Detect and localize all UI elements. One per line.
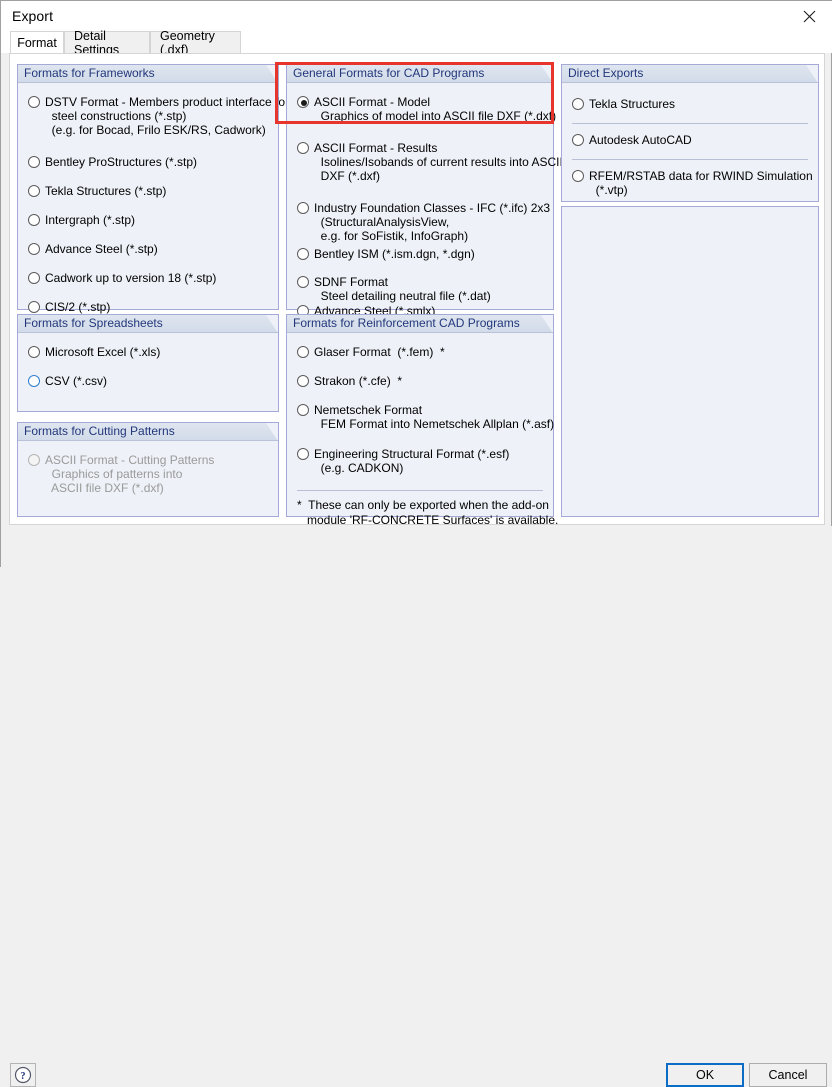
radio-indicator — [572, 98, 584, 110]
group-direct-exports: Direct Exports Tekla Structures Autodesk… — [561, 64, 819, 202]
radio-indicator — [28, 346, 40, 358]
radio-label: Industry Foundation Classes - IFC (*.ifc… — [314, 201, 550, 243]
radio-label: Autodesk AutoCAD — [589, 133, 692, 147]
tab-strip: Format Detail Settings Geometry (.dxf) — [1, 31, 832, 53]
group-title-direct-exports: Direct Exports — [562, 65, 818, 83]
group-formats-for-spreadsheets: Formats for Spreadsheets Microsoft Excel… — [17, 314, 279, 412]
group-body-spreadsheets: Microsoft Excel (*.xls) CSV (*.csv) — [18, 333, 278, 411]
radio-label: Tekla Structures (*.stp) — [45, 184, 166, 198]
close-button[interactable] — [788, 1, 832, 31]
radio-indicator — [28, 96, 40, 108]
group-body-cutting-patterns: ASCII Format - Cutting Patterns Graphics… — [18, 441, 278, 516]
group-general-formats-for-cad: General Formats for CAD Programs ASCII F… — [286, 64, 554, 310]
group-title-frameworks: Formats for Frameworks — [18, 65, 278, 83]
radio-label: Engineering Structural Format (*.esf) (e… — [314, 447, 509, 475]
format-tab-panel: Formats for Frameworks DSTV Format - Mem… — [9, 53, 825, 525]
radio-label: CIS/2 (*.stp) — [45, 300, 110, 314]
radio-indicator — [28, 156, 40, 168]
radio-indicator — [28, 243, 40, 255]
radio-indicator — [297, 142, 309, 154]
group-formats-for-cutting-patterns: Formats for Cutting Patterns ASCII Forma… — [17, 422, 279, 517]
radio-indicator — [28, 301, 40, 313]
group-formats-for-reinforcement-cad: Formats for Reinforcement CAD Programs G… — [286, 314, 554, 517]
radio-indicator — [28, 272, 40, 284]
radio-label: Microsoft Excel (*.xls) — [45, 345, 160, 359]
group-formats-for-frameworks: Formats for Frameworks DSTV Format - Mem… — [17, 64, 279, 310]
radio-indicator — [28, 454, 40, 466]
radio-indicator — [28, 185, 40, 197]
cancel-button[interactable]: Cancel — [749, 1063, 827, 1087]
radio-label: Bentley ProStructures (*.stp) — [45, 155, 197, 169]
reinforcement-footnote: * These can only be exported when the ad… — [297, 498, 558, 528]
direct-exports-separator-1 — [572, 123, 808, 124]
radio-label: SDNF Format Steel detailing neutral file… — [314, 275, 491, 303]
radio-label: Cadwork up to version 18 (*.stp) — [45, 271, 216, 285]
radio-label: ASCII Format - Model Graphics of model i… — [314, 95, 556, 123]
radio-indicator — [572, 170, 584, 182]
tab-detail-settings[interactable]: Detail Settings — [64, 31, 150, 53]
radio-indicator — [297, 375, 309, 387]
close-icon — [803, 10, 816, 23]
group-body-frameworks: DSTV Format - Members product interface … — [18, 83, 278, 309]
window-title: Export — [12, 8, 53, 24]
radio-label: ASCII Format - Results Isolines/Isobands… — [314, 141, 581, 183]
radio-label: Glaser Format (*.fem) * — [314, 345, 445, 359]
group-right-empty-panel — [561, 206, 819, 517]
radio-indicator — [297, 404, 309, 416]
tab-geometry-dxf[interactable]: Geometry (.dxf) — [150, 31, 241, 53]
dialog-footer: ? OK Cancel — [1, 526, 832, 568]
export-dialog: Export Format Detail Settings Geometry (… — [0, 0, 832, 567]
radio-label: Strakon (*.cfe) * — [314, 374, 402, 388]
radio-label: DSTV Format - Members product interface … — [45, 95, 289, 137]
radio-label: Advance Steel (*.stp) — [45, 242, 158, 256]
group-title-reinforcement: Formats for Reinforcement CAD Programs — [287, 315, 553, 333]
radio-label: Bentley ISM (*.ism.dgn, *.dgn) — [314, 247, 475, 261]
svg-text:?: ? — [21, 1071, 26, 1082]
group-body-direct-exports: Tekla Structures Autodesk AutoCAD RFEM/R… — [562, 83, 818, 201]
radio-label: CSV (*.csv) — [45, 374, 107, 388]
radio-indicator — [297, 276, 309, 288]
help-button[interactable]: ? — [10, 1063, 36, 1087]
help-icon: ? — [13, 1065, 33, 1085]
ok-button[interactable]: OK — [666, 1063, 744, 1087]
tab-format[interactable]: Format — [10, 31, 64, 53]
radio-label: Tekla Structures — [589, 97, 675, 111]
direct-exports-separator-2 — [572, 159, 808, 160]
radio-indicator — [297, 96, 309, 108]
radio-indicator — [297, 448, 309, 460]
title-bar: Export — [1, 1, 832, 31]
radio-label: ASCII Format - Cutting Patterns Graphics… — [45, 453, 214, 495]
group-body-reinforcement: Glaser Format (*.fem) * Strakon (*.cfe) … — [287, 333, 553, 516]
radio-indicator — [28, 214, 40, 226]
group-title-cutting-patterns: Formats for Cutting Patterns — [18, 423, 278, 441]
radio-indicator — [297, 346, 309, 358]
radio-indicator — [28, 375, 40, 387]
radio-label: Intergraph (*.stp) — [45, 213, 135, 227]
reinforcement-footnote-separator — [297, 490, 543, 491]
radio-label: Nemetschek Format FEM Format into Nemets… — [314, 403, 565, 431]
radio-label: RFEM/RSTAB data for RWIND Simulation (*.… — [589, 169, 813, 197]
group-body-cad-general: ASCII Format - Model Graphics of model i… — [287, 83, 553, 309]
radio-dot — [301, 100, 307, 106]
radio-indicator — [297, 202, 309, 214]
group-title-cad-general: General Formats for CAD Programs — [287, 65, 553, 83]
radio-indicator — [572, 134, 584, 146]
radio-indicator — [297, 248, 309, 260]
group-title-spreadsheets: Formats for Spreadsheets — [18, 315, 278, 333]
